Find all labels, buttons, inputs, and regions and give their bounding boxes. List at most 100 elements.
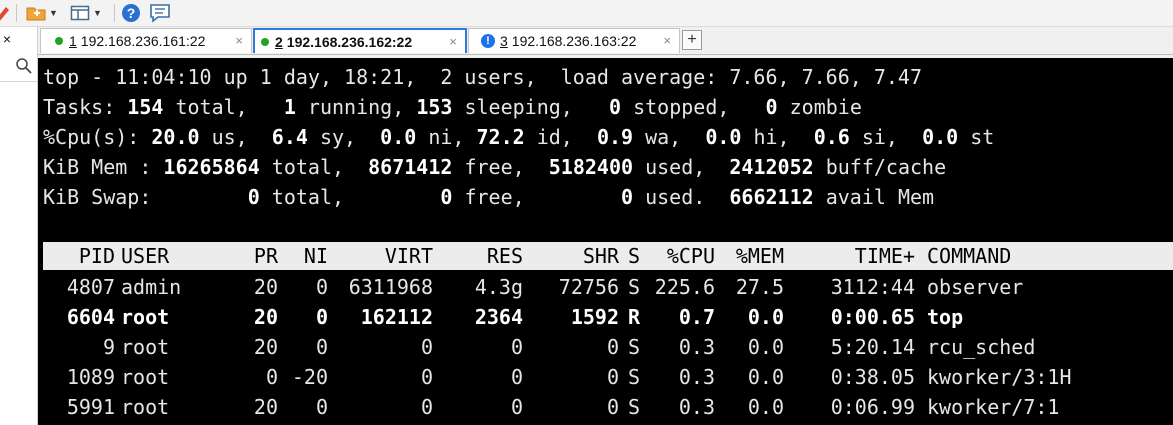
- ni-cell: 0: [315, 395, 328, 419]
- state-cell: S: [628, 395, 641, 419]
- command-cell: top: [927, 305, 964, 329]
- res-cell: 0: [510, 395, 523, 419]
- table-row: 1089 root 0 -20 0 0 0 S 0.3 0.0 0:38.05 kworker/3:1…: [43, 362, 1173, 392]
- svg-text:?: ?: [127, 5, 136, 21]
- res-cell: 0: [510, 335, 523, 359]
- pr-cell: 20: [253, 305, 278, 329]
- col-res: RES: [486, 244, 523, 268]
- tab-session-3[interactable]: ! 3 192.168.236.163:22 ×: [468, 28, 680, 53]
- res-cell: 4.3g: [474, 275, 523, 299]
- cpu-line: %Cpu(s): 20.0 us, 6.4 sy, 0.0 ni, 72.2 i…: [43, 125, 995, 149]
- close-icon[interactable]: ×: [235, 33, 243, 48]
- toolbar: ▼ ▼ ?: [0, 0, 1173, 27]
- cpu-cell: 0.7: [678, 305, 715, 329]
- close-icon[interactable]: ×: [663, 33, 671, 48]
- pr-cell: 20: [253, 335, 278, 359]
- ni-cell: 0: [315, 335, 328, 359]
- cpu-cell: 0.3: [678, 395, 715, 419]
- warning-icon: !: [481, 34, 495, 48]
- ni-cell: 0: [315, 305, 328, 329]
- chat-icon: [150, 4, 170, 23]
- layout-icon: [70, 5, 90, 21]
- res-cell: 0: [510, 365, 523, 389]
- command-cell: rcu_sched: [927, 335, 1036, 359]
- state-cell: S: [628, 335, 641, 359]
- user-cell: root: [121, 365, 170, 389]
- chat-button[interactable]: [149, 3, 171, 23]
- time-cell: 0:06.99: [830, 395, 915, 419]
- sidebar-divider: [0, 81, 37, 82]
- state-cell: S: [628, 365, 641, 389]
- table-row: 6604 root 20 0 162112 2364 1592 R 0.7 0.0 0:00.65 t…: [43, 302, 1173, 332]
- col-pr: PR: [253, 244, 278, 268]
- state-cell: R: [628, 305, 641, 329]
- time-cell: 3112:44: [830, 275, 915, 299]
- virt-cell: 0: [420, 365, 433, 389]
- ni-cell: -20: [291, 365, 328, 389]
- uptime-line: top - 11:04:10 up 1 day, 18:21, 2 users,…: [43, 65, 922, 89]
- col-user: USER: [121, 244, 170, 268]
- col-mem: %MEM: [735, 244, 784, 268]
- close-icon[interactable]: ×: [449, 34, 457, 49]
- user-cell: root: [121, 395, 170, 419]
- close-icon[interactable]: ×: [0, 31, 14, 47]
- pencil-icon[interactable]: [0, 3, 10, 23]
- mem-line: KiB Mem : 16265864 total, 8671412 free, …: [43, 155, 947, 179]
- virt-cell: 6311968: [348, 275, 433, 299]
- layout-button[interactable]: ▼: [70, 3, 102, 23]
- tab-label: 192.168.236.163:22: [511, 33, 637, 49]
- user-cell: root: [121, 305, 170, 329]
- tab-label: 192.168.236.162:22: [286, 33, 413, 50]
- shr-cell: 1592: [570, 305, 619, 329]
- terminal[interactable]: top - 11:04:10 up 1 day, 18:21, 2 users,…: [38, 58, 1173, 425]
- shr-cell: 0: [606, 335, 619, 359]
- swap-line: KiB Swap: 0 total, 0 free, 0 used. 66621…: [43, 185, 935, 209]
- help-button[interactable]: ?: [121, 3, 141, 23]
- add-tab-button[interactable]: +: [682, 30, 702, 50]
- user-cell: root: [121, 335, 170, 359]
- virt-cell: 0: [420, 335, 433, 359]
- chevron-down-icon: ▼: [93, 8, 102, 18]
- toolbar-separator: [114, 4, 115, 22]
- tab-number: 1: [69, 33, 77, 49]
- virt-cell: 162112: [360, 305, 433, 329]
- session-sidebar: ×: [0, 27, 38, 425]
- command-cell: kworker/7:1: [927, 395, 1060, 419]
- mem-cell: 0.0: [747, 335, 784, 359]
- tab-session-2[interactable]: 2 192.168.236.162:22 ×: [253, 28, 467, 53]
- pid-cell: 1089: [66, 365, 115, 389]
- mem-cell: 27.5: [735, 275, 784, 299]
- time-cell: 0:00.65: [830, 305, 915, 329]
- table-row: 5991 root 20 0 0 0 0 S 0.3 0.0 0:06.99 kworker/7:1: [43, 392, 1173, 422]
- col-shr: SHR: [582, 244, 619, 268]
- col-virt: VIRT: [384, 244, 433, 268]
- status-dot-icon: [261, 37, 269, 46]
- virt-cell: 0: [420, 395, 433, 419]
- res-cell: 2364: [474, 305, 523, 329]
- help-icon: ?: [122, 4, 140, 22]
- shr-cell: 0: [606, 365, 619, 389]
- process-table-header: PID USER PR NI VIRT RES SHR S %CPU %MEM …: [43, 242, 1173, 270]
- mem-cell: 0.0: [747, 365, 784, 389]
- user-cell: admin: [121, 275, 182, 299]
- toolbar-separator: [16, 4, 17, 22]
- tab-session-1[interactable]: 1 192.168.236.161:22 ×: [40, 28, 252, 53]
- mem-cell: 0.0: [747, 395, 784, 419]
- pr-cell: 20: [253, 275, 278, 299]
- pid-cell: 4807: [66, 275, 115, 299]
- col-time: TIME+: [854, 244, 915, 268]
- pr-cell: 0: [265, 365, 278, 389]
- status-dot-icon: [55, 37, 63, 45]
- session-tab-bar: 1 192.168.236.161:22 × 2 192.168.236.162…: [38, 27, 1173, 55]
- search-icon[interactable]: [15, 57, 33, 75]
- chevron-down-icon: ▼: [49, 8, 58, 18]
- tab-number: 3: [500, 33, 508, 49]
- new-session-button[interactable]: ▼: [26, 3, 58, 23]
- command-cell: observer: [927, 275, 1024, 299]
- col-cpu: %CPU: [666, 244, 715, 268]
- state-cell: S: [628, 275, 641, 299]
- table-row: 4807 admin 20 0 6311968 4.3g 72756 S 225.6 27.5 31…: [43, 272, 1173, 302]
- mem-cell: 0.0: [747, 305, 784, 329]
- pid-cell: 9: [102, 335, 115, 359]
- cpu-cell: 0.3: [678, 365, 715, 389]
